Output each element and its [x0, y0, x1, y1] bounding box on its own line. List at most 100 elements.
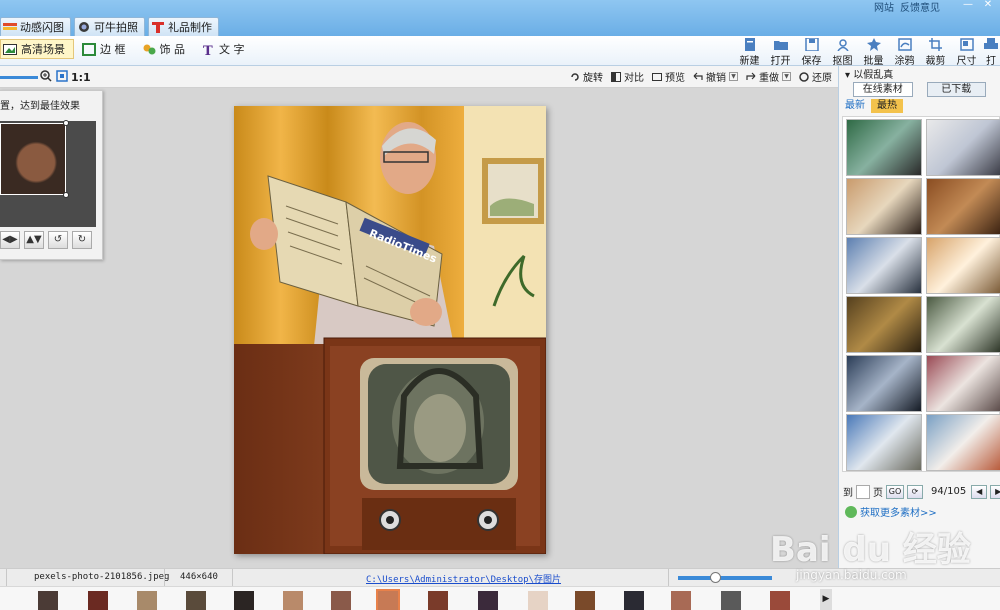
material-thumbnail[interactable]: [846, 119, 922, 176]
chevron-down-icon[interactable]: ▼: [782, 72, 791, 81]
mode-frame[interactable]: 边 框: [80, 39, 134, 59]
film-thumbnail[interactable]: [234, 591, 254, 610]
page-input[interactable]: [856, 484, 870, 499]
material-thumbnail[interactable]: [926, 355, 1000, 412]
film-thumbnail-selected[interactable]: [376, 589, 400, 610]
print-button[interactable]: 打: [982, 37, 1000, 67]
collapse-icon[interactable]: ▾: [845, 70, 853, 81]
action-label: 对比: [624, 73, 644, 84]
title-bar: 网站 反馈意见 — ✕ 动感闪图 可牛拍照 礼品制作: [0, 0, 1000, 36]
material-thumbnail[interactable]: [846, 178, 922, 235]
preview-icon: [652, 72, 662, 82]
film-thumbnail[interactable]: [721, 591, 741, 610]
resize-handle[interactable]: [63, 120, 69, 126]
rotate-right-icon[interactable]: ↻: [72, 231, 92, 249]
material-thumbnail[interactable]: [846, 414, 922, 471]
film-thumbnail[interactable]: [770, 591, 790, 610]
material-thumbnail[interactable]: [846, 355, 922, 412]
undo-button[interactable]: 撤销 ▼: [693, 69, 738, 84]
tab-newest[interactable]: 最新: [839, 99, 871, 113]
mode-ornament[interactable]: 饰 品: [140, 39, 194, 59]
doodle-icon: [897, 38, 912, 51]
film-thumbnail[interactable]: [331, 591, 351, 610]
tab-camera[interactable]: 可牛拍照: [74, 17, 145, 36]
sort-tabs: 最新 最热: [839, 99, 1000, 113]
mode-text[interactable]: T 文 字: [199, 39, 253, 59]
batch-button[interactable]: 批量: [858, 37, 889, 67]
film-thumbnail[interactable]: [283, 591, 303, 610]
film-thumbnail[interactable]: [186, 591, 206, 610]
redo-button[interactable]: 重做 ▼: [746, 69, 791, 84]
resize-handle[interactable]: [63, 192, 69, 198]
minimize-icon[interactable]: —: [960, 0, 976, 10]
rotate-left-icon[interactable]: ↺: [48, 231, 68, 249]
prev-page-icon[interactable]: ◀: [971, 484, 988, 499]
material-thumbnail[interactable]: [926, 414, 1000, 471]
tab-online[interactable]: 在线素材: [853, 82, 913, 97]
film-thumbnail[interactable]: [428, 591, 448, 610]
edited-photo[interactable]: RadioTimes: [234, 106, 546, 554]
save-icon: [804, 37, 819, 52]
next-page-icon[interactable]: ▶: [990, 484, 1000, 499]
material-thumbnail[interactable]: [926, 178, 1000, 235]
panel-title-text: 以假乱真: [853, 70, 894, 81]
film-thumbnail[interactable]: [671, 591, 691, 610]
open-button[interactable]: 打开: [765, 37, 796, 67]
film-thumbnail[interactable]: [38, 591, 58, 610]
doodle-button[interactable]: 涂鸦: [889, 37, 920, 67]
save-button[interactable]: 保存: [796, 37, 827, 67]
material-thumbnail[interactable]: [846, 296, 922, 353]
tab-label: 可牛拍照: [94, 21, 138, 34]
flip-horizontal-icon[interactable]: ◀▶: [0, 231, 20, 249]
tool-label: 尺寸: [956, 56, 977, 67]
actual-size-button[interactable]: 1:1: [71, 71, 91, 84]
film-thumbnail[interactable]: [88, 591, 108, 610]
chevron-down-icon[interactable]: ▼: [729, 72, 738, 81]
close-icon[interactable]: ✕: [980, 0, 996, 10]
tab-gift[interactable]: 礼品制作: [148, 17, 219, 36]
film-thumbnail[interactable]: [478, 591, 498, 610]
window-controls: — ✕: [960, 0, 996, 10]
tab-label: 礼品制作: [168, 21, 212, 34]
preview-button[interactable]: 预览: [652, 69, 685, 84]
mode-label: 边 框: [100, 43, 126, 56]
cutout-button[interactable]: 抠图: [827, 37, 858, 67]
face-crop-box[interactable]: [0, 123, 66, 195]
film-thumbnail[interactable]: [137, 591, 157, 610]
flip-vertical-icon[interactable]: ▲▼: [24, 231, 44, 249]
scroll-right-icon[interactable]: ▶: [820, 589, 832, 610]
tab-flash[interactable]: 动感闪图: [0, 17, 71, 36]
file-path-link[interactable]: C:\Users\Administrator\Desktop\存图片: [366, 572, 561, 585]
feedback-link[interactable]: 反馈意见: [900, 0, 940, 14]
refresh-icon[interactable]: ⟳: [907, 484, 923, 499]
material-thumbnail[interactable]: [926, 237, 1000, 294]
go-button[interactable]: GO: [886, 484, 904, 499]
mode-hd-scene[interactable]: 高清场景: [0, 39, 74, 59]
material-thumbnail[interactable]: [926, 119, 1000, 176]
new-button[interactable]: 新建: [734, 37, 765, 67]
tab-hottest[interactable]: 最热: [871, 99, 903, 113]
action-label: 重做: [759, 73, 779, 84]
restore-button[interactable]: 还原: [799, 69, 832, 84]
more-materials-link[interactable]: 获取更多素材>>: [845, 504, 937, 519]
compare-button[interactable]: 对比: [611, 69, 644, 84]
text-icon: T: [201, 43, 215, 59]
film-thumbnail[interactable]: [624, 591, 644, 610]
material-thumbnail[interactable]: [926, 296, 1000, 353]
website-link[interactable]: 网站: [874, 0, 894, 14]
zoom-in-icon[interactable]: [40, 70, 52, 85]
film-thumbnail[interactable]: [575, 591, 595, 610]
crop-button[interactable]: 裁剪: [920, 37, 951, 67]
divider: [164, 569, 165, 587]
action-label: 旋转: [583, 73, 603, 84]
resize-button[interactable]: 尺寸: [951, 37, 982, 67]
tab-downloaded[interactable]: 已下载: [926, 82, 986, 97]
film-thumbnail[interactable]: [528, 591, 548, 610]
slider-handle[interactable]: [710, 572, 721, 583]
thumbnail-size-slider[interactable]: [678, 576, 772, 580]
material-thumbnail[interactable]: [846, 237, 922, 294]
download-icon: [845, 505, 857, 518]
rotate-button[interactable]: 旋转: [570, 69, 603, 84]
fit-screen-icon[interactable]: [56, 70, 68, 85]
zoom-slider[interactable]: [0, 76, 38, 79]
